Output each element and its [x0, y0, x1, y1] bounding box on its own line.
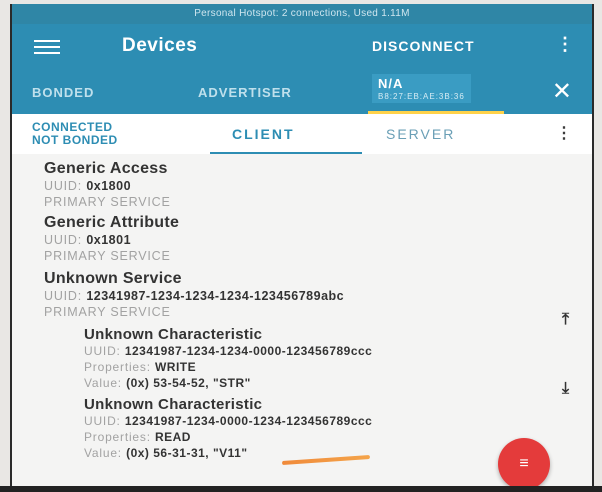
service-type: PRIMARY SERVICE: [44, 305, 171, 319]
characteristic-uuid: UUID: 12341987-1234-1234-0000-123456789c…: [84, 344, 373, 358]
service-uuid: UUID: 0x1800: [44, 179, 132, 193]
service-type: PRIMARY SERVICE: [44, 249, 171, 263]
characteristic-properties: Properties: WRITE: [84, 360, 197, 374]
device-bezel: [0, 486, 602, 492]
tab-connected-device[interactable]: N/A B8:27:EB:AE:3B:36: [372, 74, 471, 103]
service-name: Generic Access: [44, 160, 168, 177]
connection-state: CONNECTED NOT BONDED: [32, 121, 118, 147]
characteristic-name: Unknown Characteristic: [84, 396, 263, 413]
download-icon[interactable]: ⤓: [562, 380, 569, 398]
service-name: Unknown Service: [44, 270, 182, 287]
toolbar-title: Devices: [122, 35, 198, 56]
phone-screen: Personal Hotspot: 2 connections, Used 1.…: [10, 4, 594, 488]
characteristic-item[interactable]: Unknown Characteristic UUID: 12341987-12…: [84, 326, 372, 391]
characteristic-properties: Properties: READ: [84, 430, 191, 444]
disconnect-button[interactable]: DISCONNECT: [372, 38, 475, 54]
tab-client[interactable]: CLIENT: [232, 126, 295, 142]
more-vert-icon[interactable]: ⋮: [556, 123, 572, 143]
device-address: B8:27:EB:AE:3B:36: [378, 92, 465, 101]
connection-state-bond: NOT BONDED: [32, 133, 118, 147]
service-item[interactable]: Generic Access UUID: 0x1800 PRIMARY SERV…: [44, 160, 171, 210]
log-fab-button[interactable]: ≡: [498, 438, 550, 488]
device-tabs: BONDED ADVERTISER N/A B8:27:EB:AE:3B:36 …: [12, 68, 592, 114]
services-list: Generic Access UUID: 0x1800 PRIMARY SERV…: [12, 154, 592, 488]
service-uuid: UUID: 12341987-1234-1234-1234-123456789a…: [44, 289, 345, 303]
device-name: N/A: [378, 76, 404, 91]
close-icon[interactable]: ✕: [552, 77, 572, 106]
characteristic-value: Value: (0x) 53-54-52, "STR": [84, 376, 251, 390]
characteristic-name: Unknown Characteristic: [84, 326, 263, 343]
status-bar: Personal Hotspot: 2 connections, Used 1.…: [12, 4, 592, 24]
more-vert-icon[interactable]: ⋮: [556, 34, 574, 55]
upload-icon[interactable]: ⤒: [562, 311, 569, 329]
client-server-tabs: CONNECTED NOT BONDED CLIENT SERVER ⋮: [12, 114, 592, 155]
menu-icon[interactable]: [34, 40, 60, 54]
tab-server[interactable]: SERVER: [386, 126, 455, 142]
service-item[interactable]: Unknown Service UUID: 12341987-1234-1234…: [44, 270, 344, 320]
characteristic-uuid: UUID: 12341987-1234-0000-1234-123456789c…: [84, 414, 373, 428]
service-item[interactable]: Generic Attribute UUID: 0x1801 PRIMARY S…: [44, 214, 179, 264]
app-toolbar: Devices DISCONNECT ⋮: [12, 24, 592, 68]
tab-advertiser[interactable]: ADVERTISER: [198, 85, 292, 100]
characteristic-item[interactable]: Unknown Characteristic UUID: 12341987-12…: [84, 396, 372, 461]
service-type: PRIMARY SERVICE: [44, 195, 171, 209]
service-uuid: UUID: 0x1801: [44, 233, 132, 247]
service-name: Generic Attribute: [44, 214, 180, 231]
tab-bonded[interactable]: BONDED: [32, 85, 94, 100]
